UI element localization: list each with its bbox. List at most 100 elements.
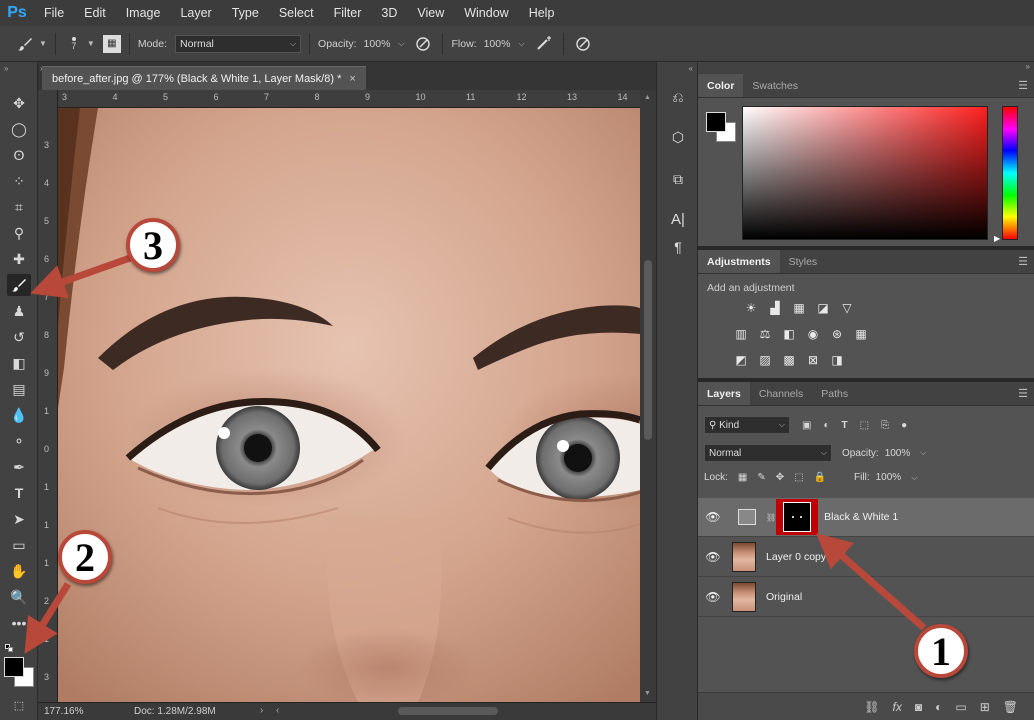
lock-position-icon[interactable]: ✥ bbox=[776, 472, 784, 483]
mask-link-icon[interactable]: ⛓ bbox=[766, 513, 776, 522]
new-adjustment-icon[interactable]: ◐ bbox=[935, 700, 942, 714]
filter-pixel-icon[interactable]: ▣ bbox=[802, 420, 811, 431]
quick-selection-tool-icon[interactable]: ⁘ bbox=[7, 170, 31, 192]
gradient-map-icon[interactable]: ◨ bbox=[828, 352, 846, 368]
status-menu-arrow-icon[interactable]: › bbox=[260, 705, 263, 716]
tab-adjustments[interactable]: Adjustments bbox=[698, 250, 780, 273]
lock-artboard-icon[interactable]: ⬚ bbox=[794, 472, 803, 483]
layer-row-layer-0-copy[interactable]: 👁 Layer 0 copy bbox=[698, 538, 1034, 577]
move-tool-icon[interactable]: ✥ bbox=[7, 92, 31, 114]
delete-layer-icon[interactable]: 🗑 bbox=[1003, 700, 1018, 714]
zoom-tool-icon[interactable]: 🔍 bbox=[7, 586, 31, 608]
brush-preset-picker[interactable]: 7 bbox=[64, 36, 84, 51]
panel-menu-icon[interactable]: ☰ bbox=[1012, 250, 1034, 273]
menu-layer[interactable]: Layer bbox=[170, 6, 221, 20]
clone-stamp-tool-icon[interactable]: ♟ bbox=[7, 300, 31, 322]
type-tool-icon[interactable]: T bbox=[7, 482, 31, 504]
color-balance-icon[interactable]: ⚖ bbox=[756, 326, 774, 342]
photo-filter-icon[interactable]: ◉ bbox=[804, 326, 822, 342]
foreground-color-swatch[interactable] bbox=[4, 657, 24, 677]
levels-icon[interactable]: ▟ bbox=[766, 300, 784, 316]
posterize-icon[interactable]: ▨ bbox=[756, 352, 774, 368]
pressure-opacity-icon[interactable] bbox=[412, 33, 434, 55]
menu-help[interactable]: Help bbox=[519, 6, 565, 20]
filter-smart-object-icon[interactable]: ⎘ bbox=[881, 420, 889, 431]
brush-panel-toggle-icon[interactable]: ▦ bbox=[102, 34, 121, 53]
paragraph-panel-icon[interactable]: ¶ bbox=[667, 236, 689, 258]
vertical-scrollbar-thumb[interactable] bbox=[644, 260, 652, 440]
layer-filter-kind-select[interactable]: ⚲ Kind ⌵ bbox=[704, 416, 790, 434]
vertical-scrollbar[interactable]: ▲ ▼ bbox=[640, 90, 656, 702]
tab-paths[interactable]: Paths bbox=[812, 382, 857, 405]
panel-collapse-icon[interactable]: « bbox=[689, 64, 693, 73]
default-colors-icon[interactable] bbox=[5, 644, 13, 652]
document-tab[interactable]: before_after.jpg @ 177% (Black & White 1… bbox=[42, 66, 366, 90]
airbrush-icon[interactable] bbox=[533, 33, 555, 55]
filter-toggle-icon[interactable]: ● bbox=[901, 420, 907, 431]
menu-image[interactable]: Image bbox=[116, 6, 171, 20]
menu-filter[interactable]: Filter bbox=[324, 6, 372, 20]
layer-style-icon[interactable]: fx bbox=[893, 700, 902, 714]
close-icon[interactable]: × bbox=[349, 73, 355, 85]
horizontal-scrollbar-thumb[interactable] bbox=[398, 707, 498, 715]
pen-tool-icon[interactable]: ✒ bbox=[7, 456, 31, 478]
menu-3d[interactable]: 3D bbox=[371, 6, 407, 20]
rectangle-tool-icon[interactable]: ▭ bbox=[7, 534, 31, 556]
chevron-down-icon[interactable]: ⌵ bbox=[398, 39, 404, 49]
new-layer-icon[interactable]: ⊞ bbox=[980, 700, 990, 714]
lock-transparent-icon[interactable]: ▦ bbox=[738, 472, 747, 483]
tab-color[interactable]: Color bbox=[698, 74, 744, 97]
fill-value[interactable]: 100% bbox=[876, 472, 902, 483]
more-tools-icon[interactable]: ••• bbox=[7, 612, 31, 634]
panel-collapse-icon[interactable]: » bbox=[4, 64, 8, 73]
brush-tool-icon[interactable] bbox=[7, 274, 31, 296]
character-panel-icon[interactable]: A| bbox=[667, 208, 689, 230]
hue-slider[interactable] bbox=[1002, 106, 1018, 240]
menu-select[interactable]: Select bbox=[269, 6, 324, 20]
tab-styles[interactable]: Styles bbox=[780, 250, 827, 273]
history-brush-tool-icon[interactable]: ↺ bbox=[7, 326, 31, 348]
filter-adjustment-icon[interactable]: ◐ bbox=[823, 420, 829, 431]
panel-menu-icon[interactable]: ☰ bbox=[1012, 74, 1034, 97]
chevron-down-icon[interactable]: ⌵ bbox=[911, 473, 917, 483]
scroll-down-icon[interactable]: ▼ bbox=[644, 690, 651, 697]
add-mask-icon[interactable]: ◙ bbox=[915, 700, 922, 714]
hue-slider-handle[interactable]: ▶ bbox=[994, 234, 1000, 243]
chevron-down-icon[interactable]: ⌵ bbox=[920, 448, 926, 458]
filter-shape-icon[interactable]: ⬚ bbox=[860, 420, 869, 431]
quick-mask-icon[interactable]: ⬚ bbox=[7, 694, 31, 716]
new-group-icon[interactable]: ▭ bbox=[955, 700, 966, 714]
path-selection-tool-icon[interactable]: ➤ bbox=[7, 508, 31, 530]
invert-icon[interactable]: ◩ bbox=[732, 352, 750, 368]
color-spectrum[interactable] bbox=[742, 106, 988, 240]
brightness-contrast-icon[interactable]: ☀ bbox=[742, 300, 760, 316]
layer-row-black-white[interactable]: 👁 ⛓ Black & White 1 bbox=[698, 498, 1034, 537]
exposure-icon[interactable]: ◪ bbox=[814, 300, 832, 316]
pressure-size-icon[interactable] bbox=[572, 33, 594, 55]
lock-all-icon[interactable]: 🔒 bbox=[814, 472, 826, 483]
hue-saturation-icon[interactable]: ▥ bbox=[732, 326, 750, 342]
vibrance-icon[interactable]: ▽ bbox=[838, 300, 856, 316]
3d-panel-icon[interactable]: ⬡ bbox=[667, 126, 689, 148]
dodge-tool-icon[interactable]: ⚬ bbox=[7, 430, 31, 452]
mode-select[interactable]: Normal ⌵ bbox=[175, 34, 302, 53]
panel-menu-icon[interactable]: ☰ bbox=[1012, 382, 1034, 405]
healing-brush-tool-icon[interactable]: ✚ bbox=[7, 248, 31, 270]
blend-mode-select[interactable]: Normal ⌵ bbox=[704, 444, 832, 462]
scroll-up-icon[interactable]: ▲ bbox=[644, 94, 651, 101]
eraser-tool-icon[interactable]: ◧ bbox=[7, 352, 31, 374]
layer-opacity-value[interactable]: 100% bbox=[885, 448, 911, 459]
filter-type-icon[interactable]: T bbox=[842, 420, 848, 431]
menu-file[interactable]: File bbox=[34, 6, 74, 20]
panel-collapse-icon[interactable]: » bbox=[1026, 62, 1030, 71]
color-lookup-icon[interactable]: ▦ bbox=[852, 326, 870, 342]
black-white-icon[interactable]: ◧ bbox=[780, 326, 798, 342]
brush-tool-icon[interactable] bbox=[14, 33, 36, 55]
scroll-left-icon[interactable]: ‹ bbox=[276, 705, 279, 716]
marquee-tool-icon[interactable]: ◯ bbox=[7, 118, 31, 140]
flow-value[interactable]: 100% bbox=[484, 38, 511, 50]
properties-panel-icon[interactable]: ⧉ bbox=[667, 168, 689, 190]
lasso-tool-icon[interactable]: ʘ bbox=[7, 144, 31, 166]
channel-mixer-icon[interactable]: ⊛ bbox=[828, 326, 846, 342]
blur-tool-icon[interactable]: 💧 bbox=[7, 404, 31, 426]
